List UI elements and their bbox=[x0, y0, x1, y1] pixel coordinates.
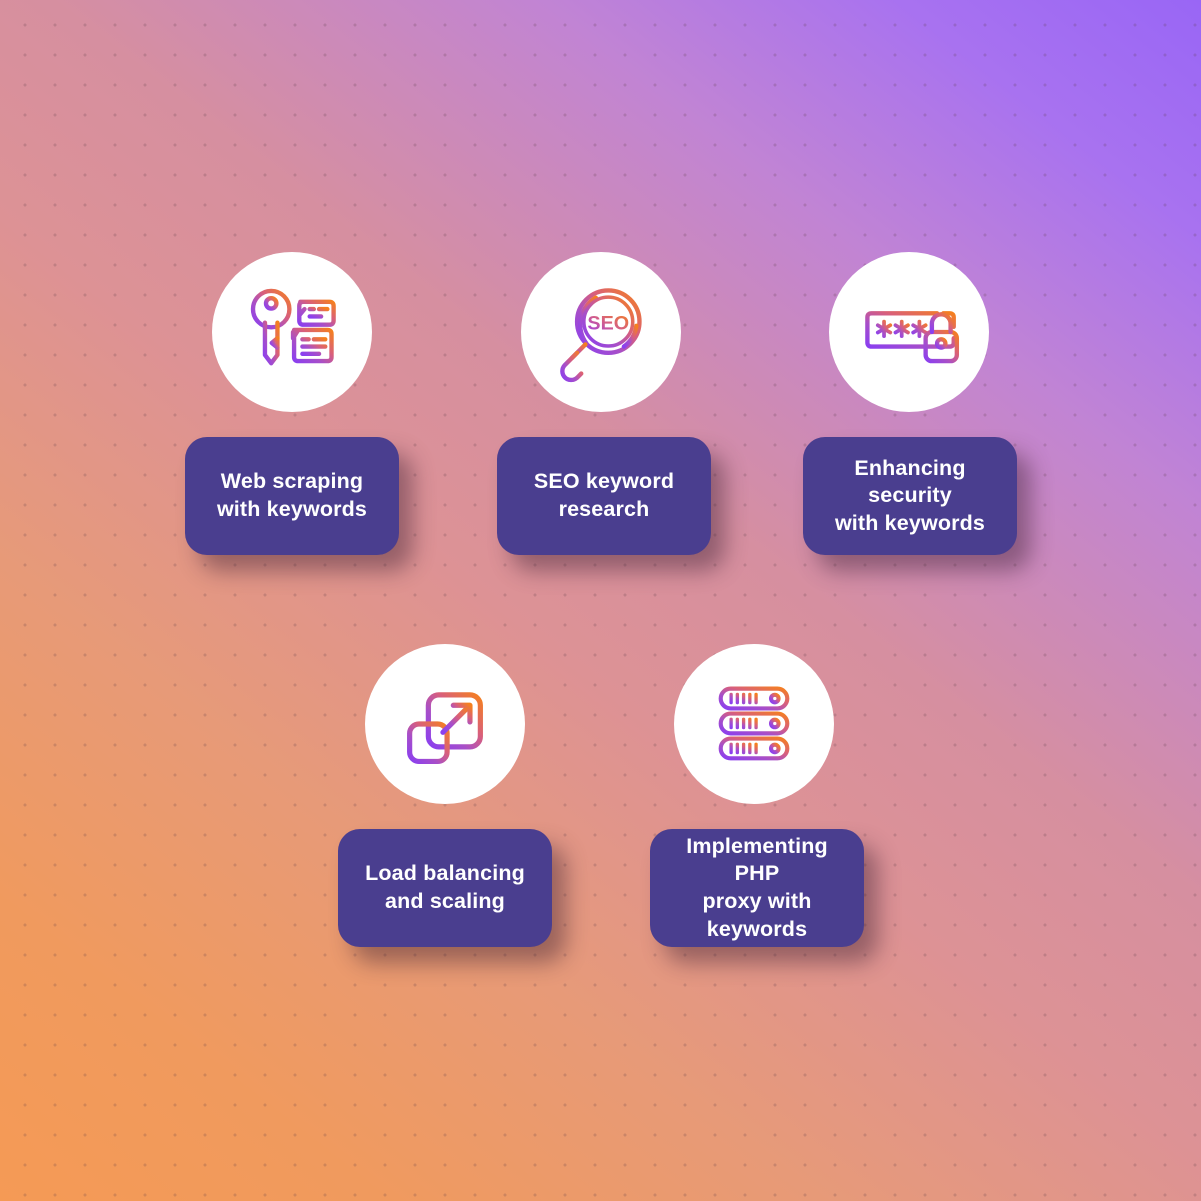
label-card-seo-research[interactable]: SEO keyword research bbox=[497, 437, 711, 555]
key-with-documents-icon bbox=[250, 288, 336, 366]
icon-circle-seo-research: SEO bbox=[521, 252, 681, 412]
label-text-security: Enhancing security with keywords bbox=[834, 455, 986, 535]
icon-circle-php-proxy bbox=[674, 644, 834, 804]
label-card-web-scraping[interactable]: Web scraping with keywords bbox=[185, 437, 399, 555]
label-card-load-balancing[interactable]: Load balancing and scaling bbox=[338, 829, 552, 947]
icon-circle-web-scraping bbox=[212, 252, 372, 412]
seo-icon-text: SEO bbox=[587, 312, 629, 334]
infographic-canvas: Web scraping with keywords SEO SEO keywo… bbox=[0, 0, 1201, 1201]
label-text-web-scraping: Web scraping with keywords bbox=[216, 469, 368, 521]
server-rack-icon bbox=[718, 686, 790, 761]
dot-pattern-overlay bbox=[0, 0, 1201, 1201]
password-lock-icon bbox=[865, 311, 960, 364]
label-text-load-balancing: Load balancing and scaling bbox=[365, 861, 525, 913]
label-card-security[interactable]: Enhancing security with keywords bbox=[803, 437, 1017, 555]
icon-circle-security bbox=[829, 252, 989, 412]
icon-circle-load-balancing bbox=[365, 644, 525, 804]
seo-magnifier-icon: SEO bbox=[560, 288, 642, 383]
label-card-php-proxy[interactable]: Implementing PHP proxy with keywords bbox=[650, 829, 864, 947]
scale-arrow-squares-icon bbox=[407, 692, 483, 765]
label-text-php-proxy: Implementing PHP proxy with keywords bbox=[686, 833, 828, 941]
label-text-seo-research: SEO keyword research bbox=[533, 469, 675, 521]
